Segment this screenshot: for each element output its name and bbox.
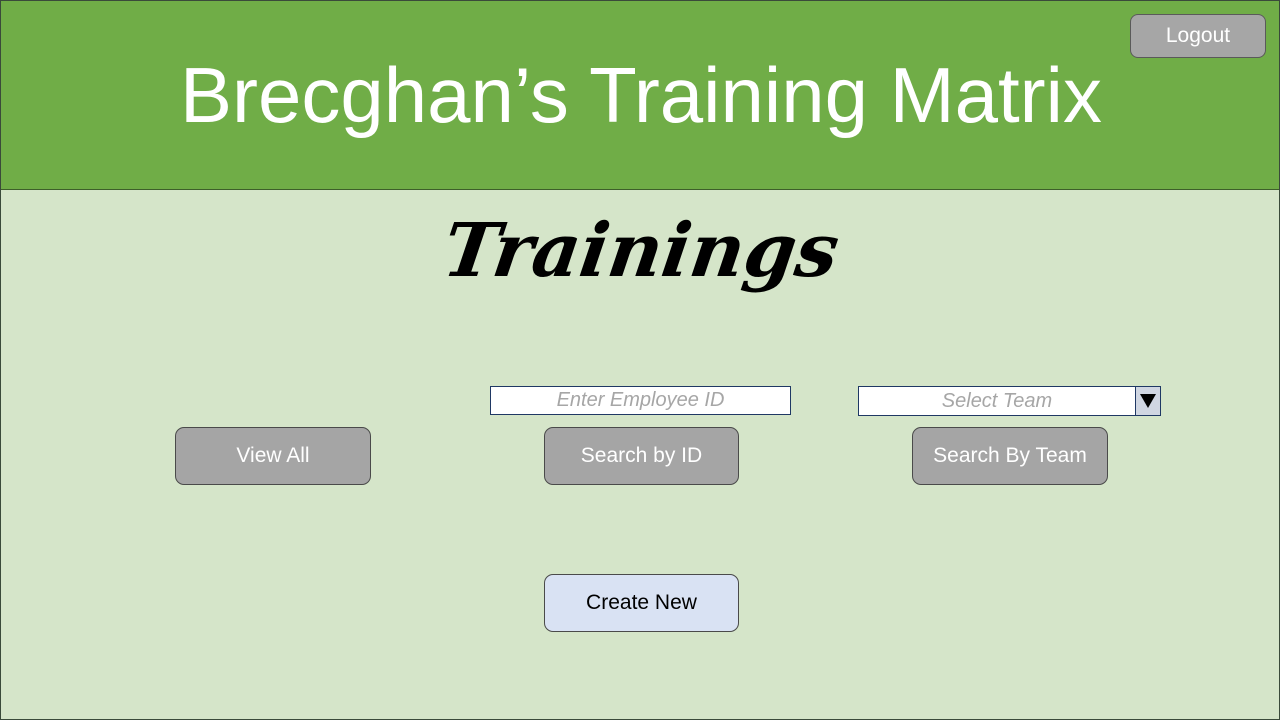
logout-button[interactable]: Logout bbox=[1130, 14, 1266, 58]
search-by-id-button[interactable]: Search by ID bbox=[544, 427, 739, 485]
dropdown-arrow-button[interactable] bbox=[1135, 387, 1160, 415]
triangle-down-icon bbox=[1140, 394, 1156, 408]
create-new-button[interactable]: Create New bbox=[544, 574, 739, 632]
employee-id-input[interactable] bbox=[490, 386, 791, 415]
team-select[interactable]: Select Team bbox=[858, 386, 1161, 416]
app-window: Brecghan’s Training Matrix Logout Traini… bbox=[0, 0, 1280, 720]
page-title: Trainings bbox=[438, 208, 844, 294]
app-header: Brecghan’s Training Matrix bbox=[1, 1, 1279, 190]
app-title: Brecghan’s Training Matrix bbox=[180, 51, 1102, 139]
view-all-button[interactable]: View All bbox=[175, 427, 371, 485]
team-select-value: Select Team bbox=[941, 390, 1053, 412]
search-by-team-button[interactable]: Search By Team bbox=[912, 427, 1108, 485]
